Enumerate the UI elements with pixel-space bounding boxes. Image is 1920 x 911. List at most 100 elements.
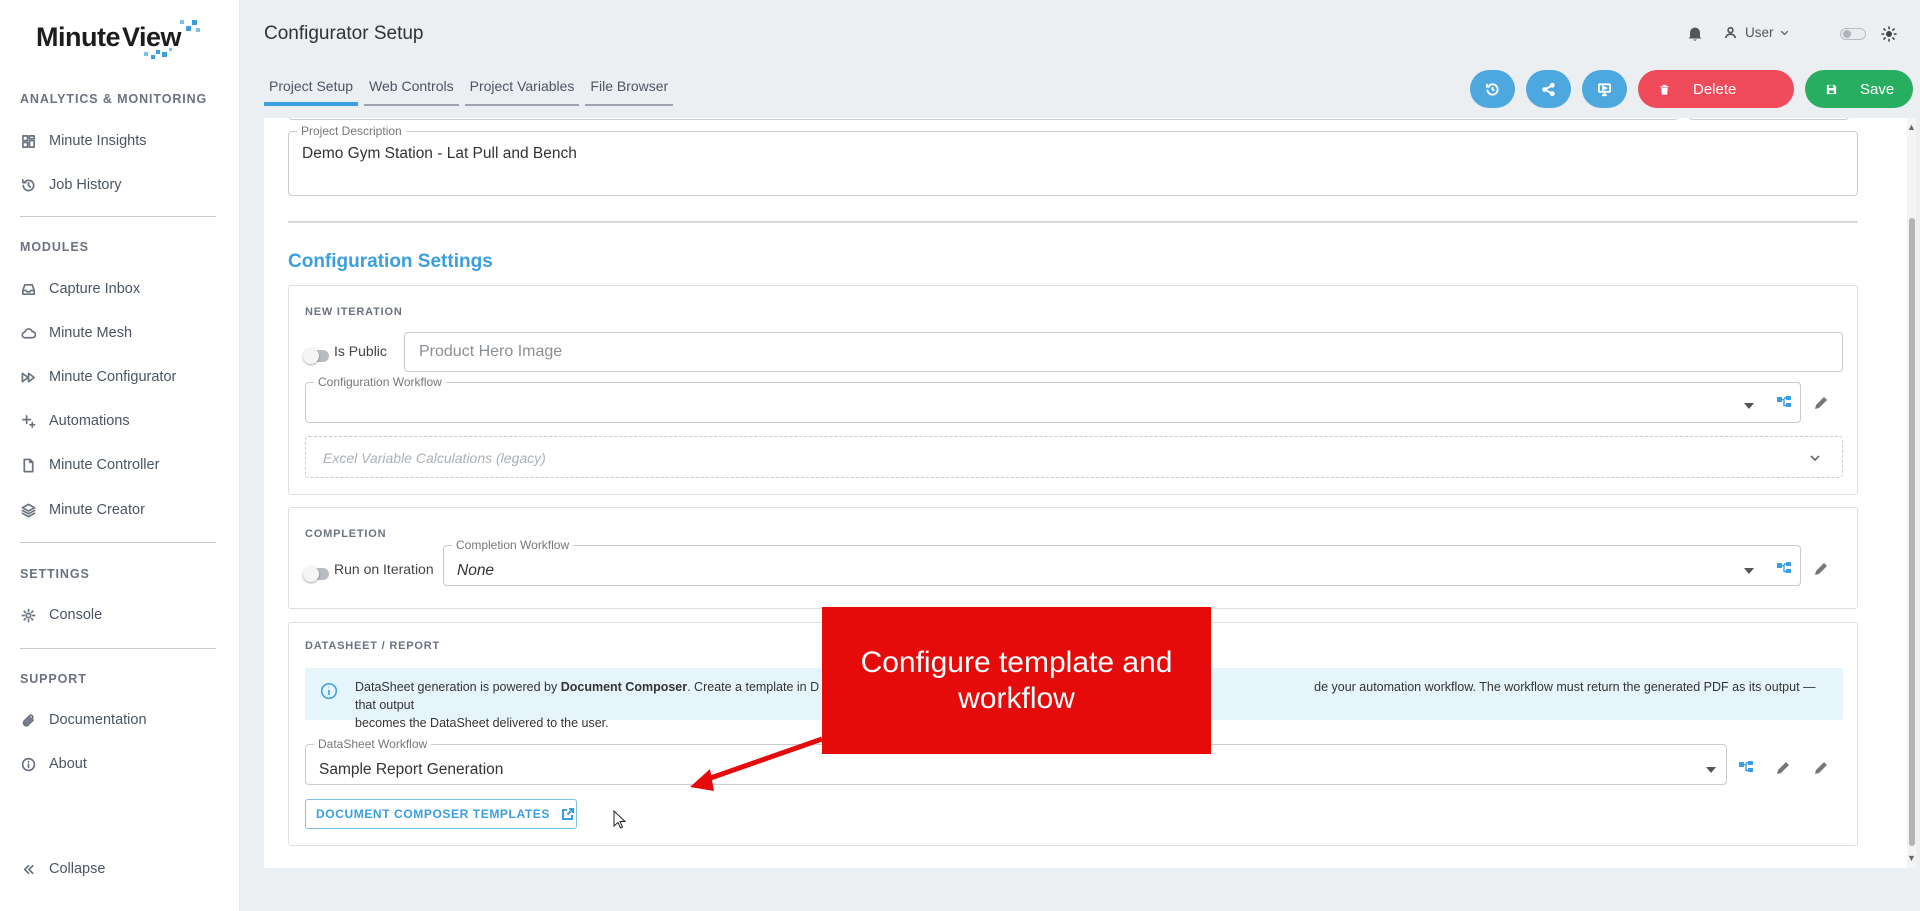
info-icon [20,756,36,772]
bell-icon[interactable] [1686,24,1704,42]
page-title: Configurator Setup [264,23,424,44]
history-button[interactable] [1470,70,1515,108]
action-buttons: Delete Save [1470,70,1913,108]
configuration-workflow-select[interactable]: Configuration Workflow [305,375,1801,423]
file-icon [20,457,36,473]
sidebar-item-documentation[interactable]: Documentation [20,705,220,735]
paperclip-icon [20,712,36,728]
delete-label: Delete [1693,80,1737,98]
restore-icon [1485,82,1499,96]
iteration-name-input[interactable] [404,332,1843,372]
scroll-down-arrow-icon[interactable]: ▼ [1907,853,1916,863]
document-composer-templates-label: DOCUMENT COMPOSER TEMPLATES [316,807,550,821]
project-name-field-partial[interactable] [288,118,1678,120]
sidebar-item-label: About [49,756,87,772]
tab-file-browser[interactable]: File Browser [585,76,674,106]
sidebar-item-console[interactable]: Console [20,600,220,630]
tab-bar: Project Setup Web Controls Project Varia… [264,76,679,106]
mouse-cursor-icon [613,810,627,829]
completion-label: COMPLETION [305,528,387,540]
share-button[interactable] [1526,70,1571,108]
sidebar-item-label: Minute Mesh [49,325,133,341]
sidebar-section-analytics: ANALYTICS & MONITORING [20,92,208,106]
info-line2: becomes the DataSheet delivered to the u… [355,716,609,730]
sun-icon[interactable] [1881,26,1897,42]
configuration-workflow-label: Configuration Workflow [318,375,442,389]
collapse-button[interactable]: Collapse [20,854,220,884]
save-button[interactable]: Save [1805,70,1913,108]
layers-icon [20,502,36,518]
sparkles-icon [20,413,36,429]
scroll-up-arrow-icon[interactable]: ▲ [1907,122,1916,132]
external-link-icon [561,808,574,820]
excel-variable-calculations-label: Excel Variable Calculations (legacy) [323,450,546,466]
info-prefix: DataSheet generation is powered by [355,680,561,694]
edit-pencil-icon[interactable] [1774,759,1792,777]
sidebar-section-support: SUPPORT [20,672,87,686]
delete-button[interactable]: Delete [1638,70,1794,108]
cloud-icon [20,325,36,341]
sidebar-item-label: Console [49,607,103,623]
sidebar-item-minute-insights[interactable]: Minute Insights [20,126,220,156]
edit-pencil-icon[interactable] [1812,394,1830,412]
sidebar-item-label: Minute Insights [49,133,147,149]
edit-pencil-icon[interactable] [1812,560,1830,578]
completion-workflow-value: None [457,562,495,579]
sidebar-item-label: Documentation [49,712,147,728]
sidebar-item-job-history[interactable]: Job History [20,170,220,200]
tab-project-variables[interactable]: Project Variables [464,76,580,106]
chevrons-left-icon [20,861,36,877]
project-field-partial[interactable] [1689,118,1849,120]
project-description-label: Project Description [301,124,402,138]
sidebar-item-minute-controller[interactable]: Minute Controller [20,450,220,480]
sidebar-item-about[interactable]: About [20,749,220,779]
minuteview-logo[interactable]: Minute View [36,14,206,60]
gear-icon [20,607,36,623]
new-iteration-card: NEW ITERATION Is Public Product Hero Ima… [288,285,1858,495]
trash-icon [1660,84,1669,95]
svg-text:View: View [122,22,183,52]
workflow-tree-icon[interactable] [1775,560,1793,578]
theme-toggle[interactable] [1840,28,1866,40]
sidebar-item-label: Job History [49,177,122,193]
sidebar-item-automations[interactable]: Automations [20,406,220,436]
sidebar-item-label: Minute Creator [49,502,145,518]
is-public-toggle[interactable] [303,348,329,364]
sidebar-divider [20,648,216,649]
datasheet-workflow-value: Sample Report Generation [319,761,504,778]
sidebar-item-minute-mesh[interactable]: Minute Mesh [20,318,220,348]
sidebar-divider [20,216,216,217]
completion-workflow-select[interactable]: Completion Workflow [443,538,1801,586]
is-public-label: Is Public [334,343,387,359]
scrollbar-thumb[interactable] [1909,218,1915,846]
workflow-tree-icon[interactable] [1737,759,1755,777]
document-composer-templates-button[interactable]: DOCUMENT COMPOSER TEMPLATES [305,799,577,829]
caret-down-icon[interactable] [1706,767,1716,773]
user-menu[interactable]: User [1724,25,1789,40]
sidebar-item-capture-inbox[interactable]: Capture Inbox [20,274,220,304]
caret-down-icon[interactable] [1744,403,1754,409]
tab-project-setup[interactable]: Project Setup [264,76,359,106]
run-on-iteration-toggle[interactable] [303,566,329,582]
inbox-icon [20,281,36,297]
content-panel: Project Description Demo Gym Station - L… [264,118,1916,868]
sidebar-section-modules: MODULES [20,240,89,254]
info-middle: . Create a template in D [687,680,820,694]
sidebar-item-minute-creator[interactable]: Minute Creator [20,495,220,525]
sidebar-item-label: Automations [49,413,130,429]
project-description-value[interactable]: Demo Gym Station - Lat Pull and Bench [302,145,577,163]
edit-template-pencil-icon[interactable] [1812,759,1830,777]
workflow-tree-icon[interactable] [1775,394,1793,412]
presentation-icon [1597,82,1612,96]
present-button[interactable] [1582,70,1627,108]
sidebar-item-minute-configurator[interactable]: Minute Configurator [20,362,220,392]
tab-web-controls[interactable]: Web Controls [364,76,459,106]
datasheet-workflow-label: DataSheet Workflow [318,737,428,751]
main-area: Configurator Setup User Project Setup We… [240,0,1920,911]
run-on-iteration-label: Run on Iteration [334,561,434,577]
completion-workflow-label: Completion Workflow [456,538,570,552]
caret-down-icon[interactable] [1744,568,1754,574]
chevron-down-icon[interactable] [1809,452,1821,464]
annotation-callout: Configure template and workflow [822,607,1211,754]
new-iteration-label: NEW ITERATION [305,306,403,318]
